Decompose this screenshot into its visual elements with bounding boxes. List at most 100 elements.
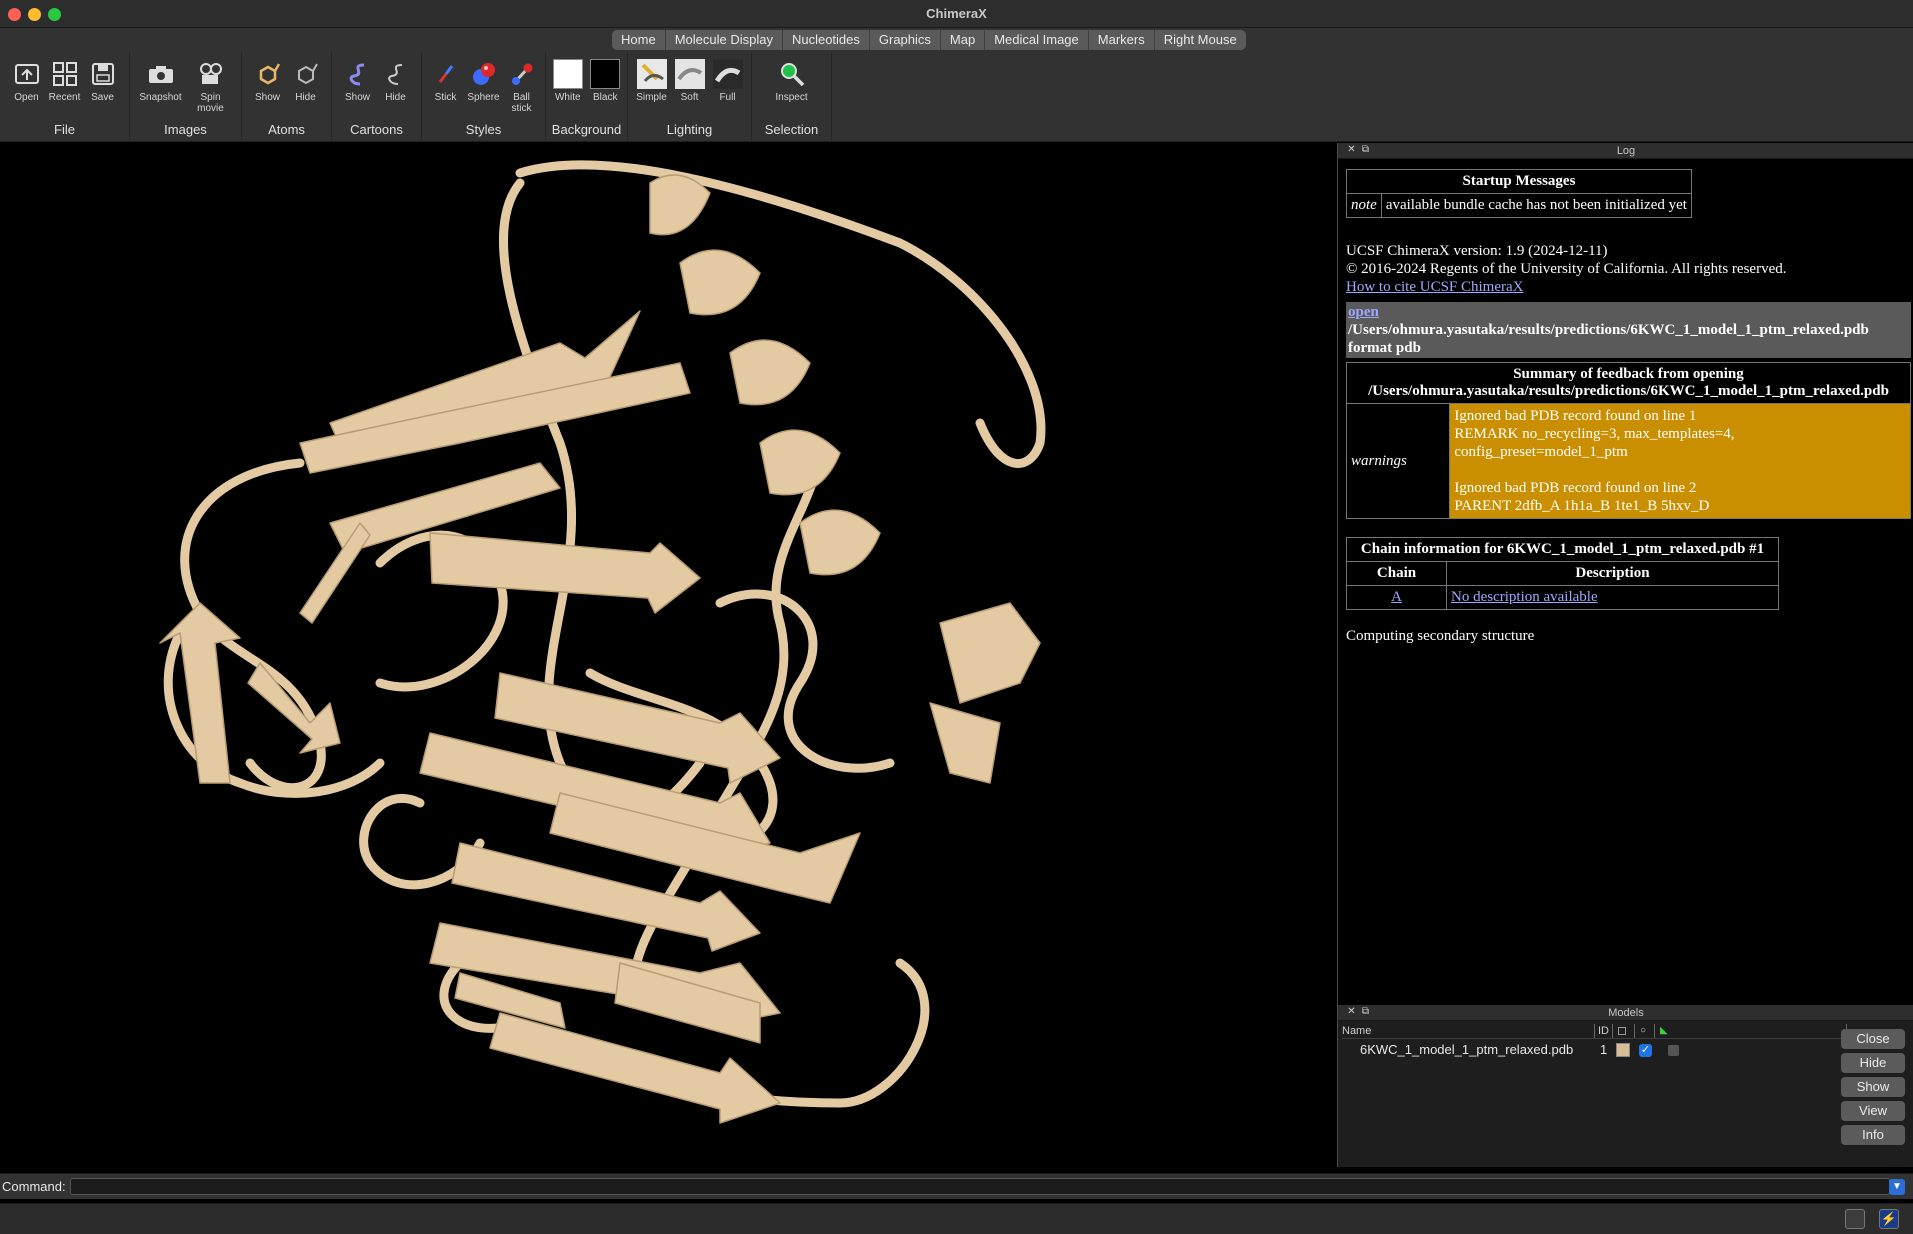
stick-icon — [430, 58, 462, 90]
group-cartoons: Show Hide Cartoons — [332, 52, 422, 142]
lighting-simple-icon — [636, 58, 668, 90]
display-column-icon[interactable]: ○ — [1640, 1025, 1646, 1036]
feedback-summary-table: Summary of feedback from opening /Users/… — [1345, 362, 1911, 519]
cartoon-show-label: Show — [344, 92, 370, 103]
recent-label: Recent — [48, 92, 81, 103]
stick-button[interactable]: Stick — [428, 58, 464, 114]
warning-line: Ignored bad PDB record found on line 1 — [1454, 408, 1697, 424]
warning-line: PARENT 2dfb_A 1h1a_B 1te1_B 5hxv_D — [1454, 498, 1710, 514]
model-row[interactable]: 6KWC_1_model_1_ptm_relaxed.pdb 1 ✓ — [1342, 1041, 1848, 1059]
chain-description-link[interactable]: No description available — [1446, 585, 1779, 610]
chain-id-link[interactable]: A — [1346, 585, 1447, 610]
atoms-show-label: Show — [254, 92, 280, 103]
sphere-button[interactable]: Sphere — [466, 58, 502, 114]
camera-icon — [145, 58, 177, 90]
cartoon-hide-label: Hide — [385, 92, 406, 103]
recent-icon — [49, 58, 81, 90]
select-column-icon[interactable]: ◣ — [1660, 1025, 1668, 1036]
lighting-soft-label: Soft — [680, 92, 699, 103]
background-white-button[interactable]: White — [550, 58, 586, 103]
command-label: Command: — [2, 1179, 66, 1194]
lighting-simple-button[interactable]: Simple — [634, 58, 670, 103]
model-color-swatch[interactable] — [1616, 1043, 1630, 1057]
log-panel: ✕ ⧉ Log Startup Messages note available … — [1338, 143, 1913, 1005]
spin-movie-label: Spin movie — [197, 92, 224, 114]
toolbar-tabs: Home Molecule Display Nucleotides Graphi… — [612, 30, 1246, 50]
toolbar: Open Recent Save File Snapshot Spin movi… — [0, 52, 1913, 142]
title-bar: ChimeraX — [0, 0, 1913, 28]
warnings-text: Ignored bad PDB record found on line 1 R… — [1449, 403, 1911, 519]
sphere-label: Sphere — [467, 92, 500, 103]
tab-home[interactable]: Home — [612, 30, 666, 50]
group-background: White Black Background — [546, 52, 628, 142]
open-command-link[interactable]: open — [1348, 303, 1909, 321]
open-button[interactable]: Open — [9, 58, 45, 103]
lightning-icon[interactable]: ⚡ — [1879, 1209, 1899, 1229]
id-column-header[interactable]: ID — [1598, 1025, 1609, 1037]
color-column-icon[interactable] — [1618, 1027, 1626, 1035]
command-line-bar: Command: ▼ — [0, 1173, 1913, 1199]
tab-map[interactable]: Map — [941, 30, 986, 50]
hide-model-button[interactable]: Hide — [1841, 1053, 1905, 1073]
close-model-button[interactable]: Close — [1841, 1029, 1905, 1049]
models-buttons: Close Hide Show View Info — [1841, 1029, 1905, 1149]
log-content[interactable]: Startup Messages note available bundle c… — [1338, 159, 1913, 1005]
tab-molecule-display[interactable]: Molecule Display — [666, 30, 783, 50]
open-command-block: open /Users/ohmura.yasutaka/results/pred… — [1346, 302, 1911, 358]
command-history-dropdown-icon[interactable]: ▼ — [1889, 1179, 1905, 1195]
lighting-soft-button[interactable]: Soft — [672, 58, 708, 103]
show-model-button[interactable]: Show — [1841, 1077, 1905, 1097]
graphics-viewport[interactable] — [0, 143, 1336, 1167]
save-button[interactable]: Save — [85, 58, 121, 103]
recent-button[interactable]: Recent — [47, 58, 83, 103]
inspect-label: Inspect — [775, 92, 808, 103]
models-panel-header: ✕ ⧉ Models — [1338, 1005, 1913, 1021]
warning-line: config_preset=model_1_ptm — [1454, 444, 1628, 460]
spin-movie-button[interactable]: Spin movie — [187, 58, 235, 114]
cite-link[interactable]: How to cite UCSF ChimeraX — [1346, 278, 1913, 296]
ball-stick-button[interactable]: Ball stick — [504, 58, 540, 114]
copyright-line: © 2016-2024 Regents of the University of… — [1346, 261, 1787, 277]
cartoon-hide-button[interactable]: Hide — [378, 58, 414, 103]
version-line: UCSF ChimeraX version: 1.9 (2024-12-11) — [1346, 243, 1608, 259]
name-column-header[interactable]: Name — [1342, 1025, 1371, 1037]
black-label: Black — [593, 92, 618, 103]
window-layout-icon[interactable] — [1845, 1209, 1865, 1229]
summary-header: Summary of feedback from opening /Users/… — [1346, 362, 1911, 404]
model-id: 1 — [1600, 1042, 1608, 1057]
tab-nucleotides[interactable]: Nucleotides — [783, 30, 870, 50]
cartoon-show-icon — [342, 58, 374, 90]
computing-status: Computing secondary structure — [1346, 628, 1535, 644]
model-select-checkbox[interactable] — [1668, 1045, 1679, 1056]
command-input[interactable] — [70, 1178, 1890, 1195]
group-atoms: Show Hide Atoms — [242, 52, 332, 142]
tab-graphics[interactable]: Graphics — [870, 30, 941, 50]
description-column-header: Description — [1446, 561, 1779, 586]
group-label-selection: Selection — [764, 122, 819, 137]
warnings-label: warnings — [1345, 403, 1451, 519]
background-black-button[interactable]: Black — [588, 58, 624, 103]
sphere-icon — [468, 58, 500, 90]
model-shown-checkbox[interactable]: ✓ — [1639, 1044, 1652, 1057]
snapshot-button[interactable]: Snapshot — [137, 58, 185, 114]
group-lighting: Simple Soft Full Lighting — [628, 52, 752, 142]
note-text: available bundle cache has not been init… — [1380, 193, 1692, 218]
startup-messages-table: Startup Messages note available bundle c… — [1346, 169, 1692, 218]
white-swatch-icon — [552, 58, 584, 90]
summary-path: /Users/ohmura.yasutaka/results/predictio… — [1368, 383, 1889, 399]
group-label-images: Images — [164, 122, 207, 137]
info-model-button[interactable]: Info — [1841, 1125, 1905, 1145]
chain-title: Chain information for 6KWC_1_model_1_ptm… — [1346, 537, 1779, 562]
view-model-button[interactable]: View — [1841, 1101, 1905, 1121]
tab-medical-image[interactable]: Medical Image — [985, 30, 1089, 50]
note-label: note — [1346, 193, 1382, 218]
models-panel: ✕ ⧉ Models Name ID ○ ◣ 6KWC_1_model_1_pt… — [1338, 1005, 1913, 1167]
summary-title: Summary of feedback from opening — [1513, 366, 1744, 382]
cartoon-show-button[interactable]: Show — [340, 58, 376, 103]
atoms-hide-button[interactable]: Hide — [288, 58, 324, 103]
tab-markers[interactable]: Markers — [1089, 30, 1155, 50]
lighting-full-button[interactable]: Full — [710, 58, 746, 103]
atoms-show-button[interactable]: Show — [250, 58, 286, 103]
inspect-button[interactable]: Inspect — [768, 58, 816, 103]
tab-right-mouse[interactable]: Right Mouse — [1155, 30, 1246, 50]
